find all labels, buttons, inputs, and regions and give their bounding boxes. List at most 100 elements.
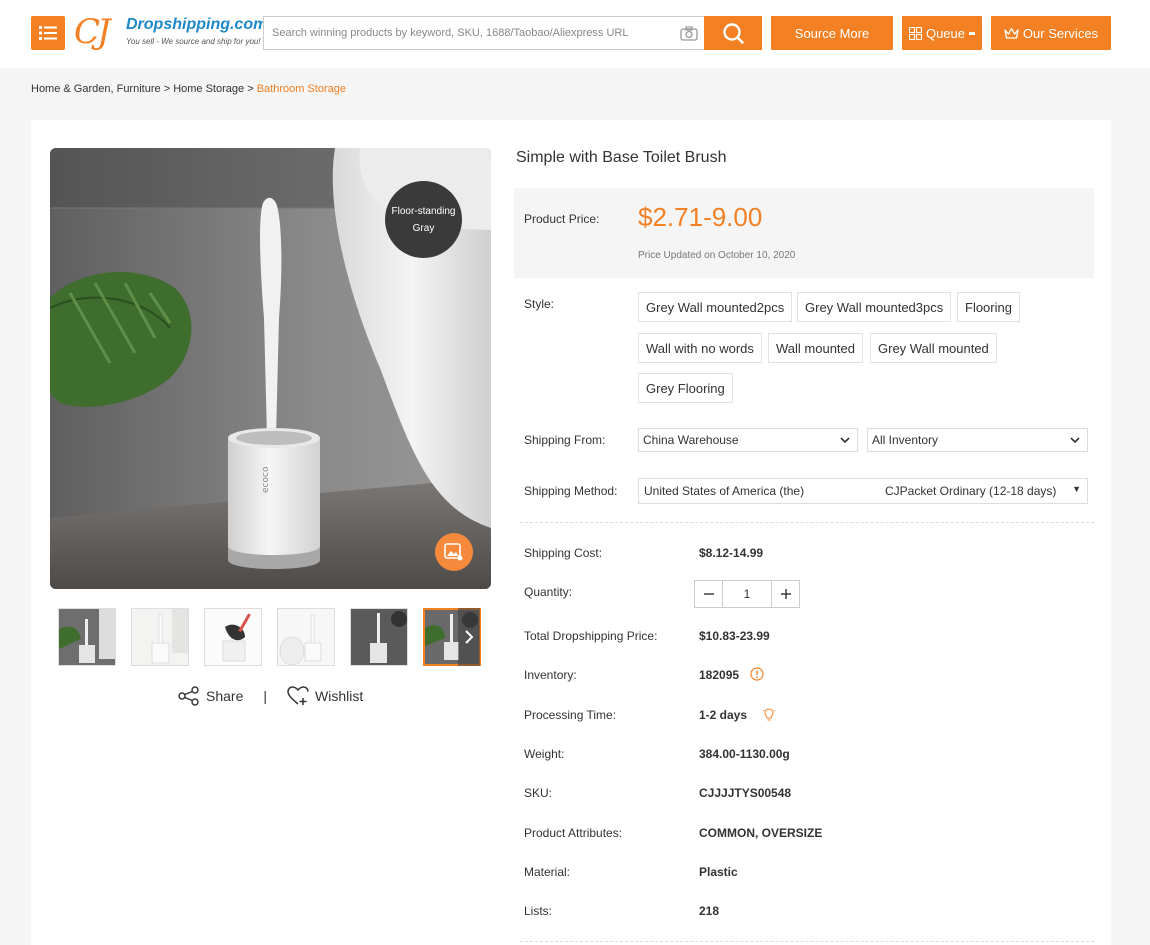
queue-button[interactable]: Queue xyxy=(902,16,982,50)
style-label: Style: xyxy=(524,297,555,311)
info-warning-icon[interactable] xyxy=(750,667,764,681)
shipping-cost-value: $8.12-14.99 xyxy=(699,546,764,560)
plus-icon xyxy=(780,589,791,599)
our-services-button[interactable]: Our Services xyxy=(991,16,1111,50)
queue-label: Queue xyxy=(925,25,966,41)
grid-icon xyxy=(908,26,922,40)
thumbnail-image xyxy=(205,609,261,665)
processing-time-value: 1-2 days xyxy=(699,708,748,722)
chevron-down-icon xyxy=(1070,437,1080,444)
lists-label: Lists: xyxy=(524,904,553,918)
crown-icon xyxy=(1004,27,1019,39)
price-box: Product Price: $2.71-9.00 Price Updated … xyxy=(514,188,1094,278)
thumbnail-image xyxy=(278,609,334,665)
source-more-button[interactable]: Source More xyxy=(771,16,893,50)
style-option[interactable]: Wall with no words xyxy=(638,333,762,363)
sku-label: SKU: xyxy=(524,786,553,800)
wishlist-button[interactable]: Wishlist xyxy=(315,688,363,704)
style-option[interactable]: Grey Wall mounted3pcs xyxy=(797,292,952,322)
style-option[interactable]: Grey Wall mounted xyxy=(870,333,997,363)
inventory-label: Inventory: xyxy=(524,668,577,682)
share-wishlist-row: Share | Wishlist xyxy=(178,686,363,706)
image-search-button[interactable] xyxy=(435,533,473,571)
badge-line-2: Gray xyxy=(412,222,435,234)
shipping-from-label: Shipping From: xyxy=(524,433,606,447)
style-option[interactable]: Flooring xyxy=(957,292,1020,322)
thumbnail-next-button[interactable] xyxy=(458,608,480,666)
thumbnail-image xyxy=(132,609,188,665)
search-icon xyxy=(723,23,744,44)
product-title: Simple with Base Toilet Brush xyxy=(516,149,727,166)
weight-value: 384.00-1130.00g xyxy=(699,747,790,761)
source-more-label: Source More xyxy=(794,25,870,41)
top-header: CJ Dropshipping.com You sell - We source… xyxy=(0,0,1150,68)
breadcrumb: Home & Garden, Furniture > Home Storage … xyxy=(31,83,346,95)
breadcrumb-separator: > xyxy=(247,83,254,95)
heart-plus-icon[interactable] xyxy=(287,686,309,706)
thumbnail[interactable] xyxy=(204,608,262,666)
breadcrumb-item[interactable]: Home Storage xyxy=(173,83,244,95)
breadcrumb-item[interactable]: Home & Garden, Furniture xyxy=(31,83,161,95)
divider xyxy=(520,941,1094,942)
shipping-cost-label: Shipping Cost: xyxy=(524,546,603,560)
badge-line-1: Floor-standing xyxy=(391,205,456,217)
search-input[interactable] xyxy=(264,17,674,49)
quantity-input[interactable]: 1 xyxy=(722,581,772,607)
share-button[interactable]: Share xyxy=(206,688,243,704)
share-separator: | xyxy=(263,688,267,704)
product-attributes-value: COMMON, OVERSIZE xyxy=(699,826,823,840)
price-updated: Price Updated on October 10, 2020 xyxy=(638,250,796,261)
shipping-method-select[interactable]: United States of America (the) CJPacket … xyxy=(638,478,1088,504)
lightbulb-icon[interactable] xyxy=(762,707,776,723)
shipping-from-value: China Warehouse xyxy=(643,433,739,447)
quantity-label: Quantity: xyxy=(524,585,573,599)
list-menu-icon xyxy=(39,26,57,40)
style-option[interactable]: Grey Wall mounted2pcs xyxy=(638,292,793,322)
thumbnail[interactable] xyxy=(277,608,335,666)
style-option[interactable]: Wall mounted xyxy=(768,333,863,363)
total-price-label: Total Dropshipping Price: xyxy=(524,629,658,643)
share-icon[interactable] xyxy=(178,686,200,706)
quantity-increase-button[interactable] xyxy=(772,581,799,607)
thumbnail[interactable] xyxy=(58,608,116,666)
inventory-value: 182095 xyxy=(699,668,740,682)
thumbnail[interactable] xyxy=(131,608,189,666)
style-option[interactable]: Grey Flooring xyxy=(638,373,733,403)
search-button[interactable] xyxy=(704,16,762,50)
thumbnail-image xyxy=(351,609,407,665)
inventory-filter-select[interactable]: All Inventory xyxy=(867,428,1088,452)
quantity-stepper: 1 xyxy=(694,580,800,608)
minus-icon xyxy=(969,31,976,35)
processing-time-label: Processing Time: xyxy=(524,708,617,722)
total-price-value: $10.83-23.99 xyxy=(699,629,770,643)
category-menu-button[interactable] xyxy=(31,16,65,50)
breadcrumb-current[interactable]: Bathroom Storage xyxy=(257,83,346,95)
shipping-country: United States of America (the) xyxy=(644,484,805,498)
search-box xyxy=(263,16,704,50)
our-services-label: Our Services xyxy=(1022,25,1099,41)
sku-value: CJJJJTYS00548 xyxy=(699,786,792,800)
product-attributes-label: Product Attributes: xyxy=(524,826,623,840)
logo-name: Dropshipping.com xyxy=(126,16,268,33)
image-search-icon xyxy=(444,543,463,561)
thumbnail[interactable] xyxy=(350,608,408,666)
minus-icon xyxy=(703,593,714,595)
shipping-from-select[interactable]: China Warehouse xyxy=(638,428,858,452)
weight-label: Weight: xyxy=(524,747,565,761)
quantity-decrease-button[interactable] xyxy=(695,581,722,607)
breadcrumb-separator: > xyxy=(163,83,171,95)
material-label: Material: xyxy=(524,865,571,879)
product-price: $2.71-9.00 xyxy=(638,202,763,232)
thumbnail-image xyxy=(59,609,115,665)
brand-print: ecoco xyxy=(261,466,271,493)
inventory-filter-value: All Inventory xyxy=(872,433,939,447)
chevron-right-icon xyxy=(465,630,474,644)
logo-mark: CJ xyxy=(74,12,111,52)
divider xyxy=(520,522,1094,523)
variant-badge: Floor-standing Gray xyxy=(385,181,462,258)
site-logo[interactable]: CJ Dropshipping.com You sell - We source… xyxy=(74,12,268,54)
camera-icon[interactable] xyxy=(680,26,698,41)
lists-value: 218 xyxy=(699,904,720,918)
price-label: Product Price: xyxy=(524,212,600,226)
chevron-down-icon xyxy=(840,437,850,444)
